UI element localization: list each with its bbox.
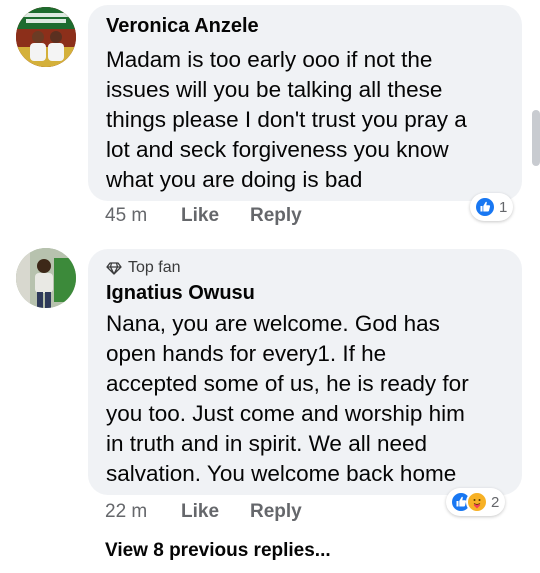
- badge-label: Top fan: [128, 259, 181, 276]
- comment-line: Nana, you are welcome. God has: [106, 311, 440, 336]
- reply-button[interactable]: Reply: [250, 205, 302, 227]
- comment-line: open hands for every1. If he: [106, 341, 387, 366]
- comment-text: Madam is too early ooo if not the issues…: [106, 45, 516, 195]
- top-fan-badge: Top fan: [106, 259, 180, 277]
- comment-bubble: Veronica Anzele Madam is too early ooo i…: [88, 5, 522, 201]
- like-reaction-icon: [474, 196, 496, 218]
- comment-timestamp[interactable]: 22 m: [105, 501, 181, 523]
- reaction-summary[interactable]: 1: [470, 193, 514, 221]
- reaction-count: 2: [491, 493, 500, 511]
- avatar-image: [16, 248, 76, 308]
- comment-line: things please I don't trust you pray a: [106, 107, 467, 132]
- comment-actions: 22 m Like Reply: [105, 501, 302, 523]
- scrollbar[interactable]: [532, 110, 540, 166]
- comment-line: Madam is too early ooo if not the: [106, 47, 433, 72]
- comment-line: salvation. You welcome back home: [106, 461, 457, 486]
- reaction-summary[interactable]: 2: [446, 488, 506, 516]
- reply-button[interactable]: Reply: [250, 501, 302, 523]
- comment-line: issues will you be talking all these: [106, 77, 443, 102]
- comment-actions: 45 m Like Reply: [105, 205, 302, 227]
- view-previous-replies-link[interactable]: View 8 previous replies...: [105, 540, 331, 562]
- diamond-icon: [106, 262, 122, 275]
- comment-line: what you are doing is bad: [106, 167, 363, 192]
- avatar[interactable]: [16, 248, 76, 308]
- comment-author[interactable]: Veronica Anzele: [106, 15, 259, 38]
- comment-line: you too. Just come and worship him: [106, 401, 465, 426]
- like-button[interactable]: Like: [181, 205, 250, 227]
- avatar[interactable]: [16, 7, 76, 67]
- comment-bubble: Top fan Ignatius Owusu Nana, you are wel…: [88, 249, 522, 495]
- reaction-count: 1: [499, 198, 508, 216]
- avatar-image: [16, 7, 76, 67]
- comment-line: accepted some of us, he is ready for: [106, 371, 469, 396]
- care-reaction-icon: [466, 491, 488, 513]
- like-button[interactable]: Like: [181, 501, 250, 523]
- comment-timestamp[interactable]: 45 m: [105, 205, 181, 227]
- comment-line: in truth and in spirit. We all need: [106, 431, 428, 456]
- comment-author[interactable]: Ignatius Owusu: [106, 282, 255, 305]
- comment-line: lot and seck forgiveness you know: [106, 137, 449, 162]
- comment-text: Nana, you are welcome. God has open hand…: [106, 309, 516, 489]
